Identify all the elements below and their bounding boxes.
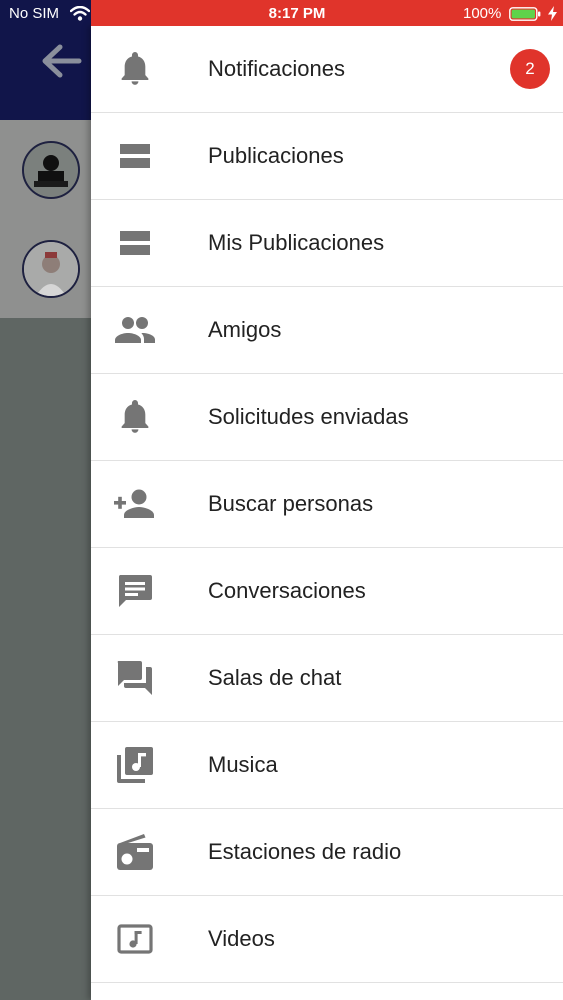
- bell-icon: [113, 50, 157, 88]
- music-video-icon: [113, 920, 157, 958]
- menu-item-videos[interactable]: Videos: [91, 896, 563, 983]
- library-music-icon: [113, 746, 157, 784]
- battery-icon: [509, 7, 541, 21]
- menu-item-label: Conversaciones: [208, 578, 366, 603]
- view-stream-icon: [113, 137, 157, 175]
- menu-item-publicaciones[interactable]: Publicaciones: [91, 113, 563, 200]
- person-add-icon: [113, 485, 157, 523]
- menu-item-label: Publicaciones: [208, 143, 344, 168]
- menu-item-label: Amigos: [208, 317, 282, 342]
- avatar: [22, 141, 80, 199]
- menu-item-notificaciones[interactable]: Notificaciones 2: [91, 26, 563, 113]
- bell-icon: [113, 398, 157, 436]
- menu-item-label: Videos: [208, 926, 275, 951]
- menu-item-salas-de-chat[interactable]: Salas de chat: [91, 635, 563, 722]
- menu-item-conversaciones[interactable]: Conversaciones: [91, 548, 563, 635]
- people-icon: [113, 311, 157, 349]
- radio-icon: [113, 833, 157, 871]
- menu-item-label: Musica: [208, 752, 278, 777]
- navigation-drawer: Notificaciones 2 Publicaciones Mis Publi…: [91, 26, 563, 1000]
- avatar: [22, 240, 80, 298]
- menu-item-label: Buscar personas: [208, 491, 374, 516]
- notification-badge: 2: [510, 49, 550, 89]
- menu-item-label: Notificaciones: [208, 56, 345, 81]
- menu-item-buscar-personas[interactable]: Buscar personas: [91, 461, 563, 548]
- chat-icon: [113, 572, 157, 610]
- menu-item-label: Estaciones de radio: [208, 839, 402, 864]
- menu-item-solicitudes-enviadas[interactable]: Solicitudes enviadas: [91, 374, 563, 461]
- menu-item-musica[interactable]: Musica: [91, 722, 563, 809]
- menu-item-label: Mis Publicaciones: [208, 230, 385, 255]
- arrow-left-icon[interactable]: [40, 44, 82, 78]
- menu-item-amigos[interactable]: Amigos: [91, 287, 563, 374]
- menu-item-label: Salas de chat: [208, 665, 342, 690]
- clock: 8:17 PM: [268, 5, 326, 22]
- menu-item-estaciones-de-radio[interactable]: Estaciones de radio: [91, 809, 563, 896]
- status-bar-left: No SIM: [0, 0, 91, 26]
- view-stream-icon: [113, 224, 157, 262]
- battery-percentage: 100%: [463, 5, 502, 22]
- forum-icon: [113, 659, 157, 697]
- carrier-label: No SIM: [9, 5, 60, 22]
- menu-item-label: Solicitudes enviadas: [208, 404, 409, 429]
- status-bar-right: 8:17 PM 100%: [91, 0, 563, 26]
- menu-item-mis-publicaciones[interactable]: Mis Publicaciones: [91, 200, 563, 287]
- status-bar: No SIM 8:17 PM 100%: [0, 0, 563, 26]
- charging-icon: [548, 6, 557, 21]
- wifi-icon: [70, 6, 90, 21]
